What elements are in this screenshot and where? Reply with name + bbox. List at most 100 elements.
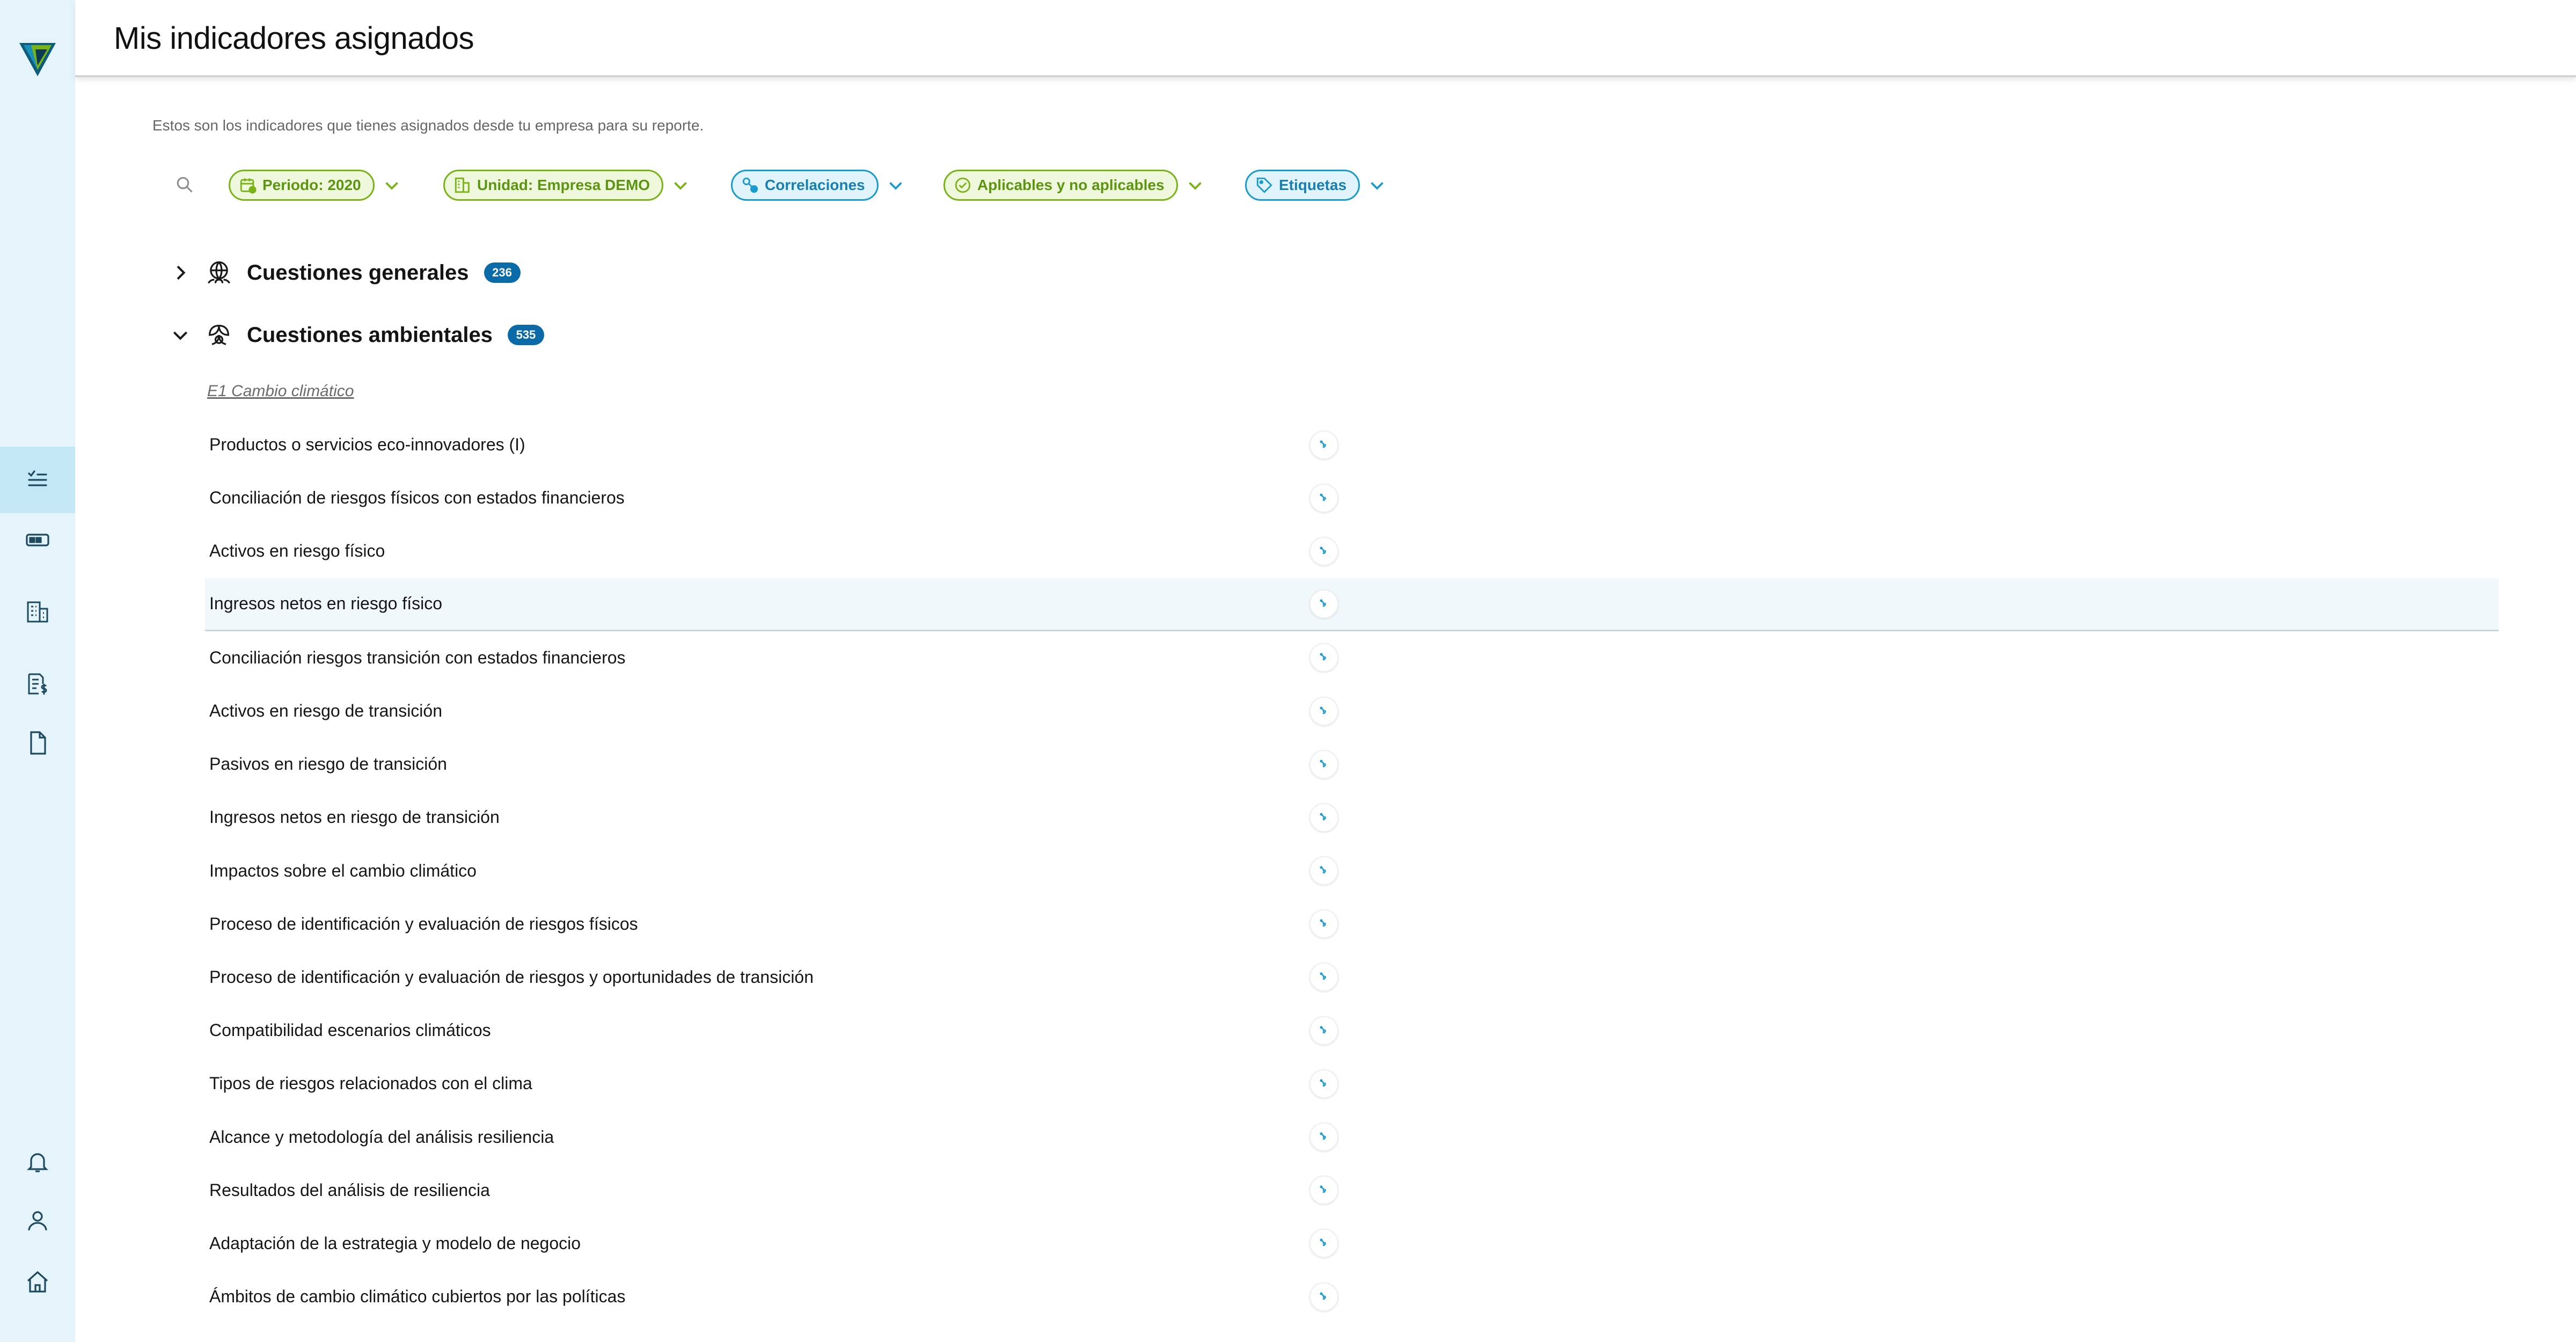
correlation-icon: [742, 177, 758, 193]
list-item-label: Ingresos netos en riesgo físico: [209, 594, 443, 614]
subsection-link[interactable]: E1 Cambio climático: [207, 382, 354, 400]
filter-unit-label: Unidad: Empresa DEMO: [477, 177, 650, 193]
list-item[interactable]: Activos en riesgo de transición: [205, 684, 2499, 738]
chevron-down-icon[interactable]: [382, 176, 401, 195]
filter-correlations[interactable]: Correlaciones: [731, 170, 905, 201]
nav-notifications[interactable]: [0, 1128, 75, 1195]
status-icon[interactable]: [1309, 536, 1338, 566]
count-badge: 535: [507, 325, 544, 345]
status-icon[interactable]: [1309, 803, 1338, 832]
list-item-label: Impactos sobre el cambio climático: [209, 860, 477, 880]
status-icon[interactable]: [1309, 589, 1338, 618]
status-icon[interactable]: [1309, 856, 1338, 886]
filter-applicable[interactable]: Aplicables y no aplicables: [943, 170, 1205, 201]
status-icon[interactable]: [1309, 1229, 1338, 1258]
chevron-down-icon[interactable]: [1185, 176, 1205, 195]
filter-unit-chip[interactable]: Unidad: Empresa DEMO: [443, 170, 664, 201]
nav-documents[interactable]: [0, 710, 75, 776]
status-icon[interactable]: [1309, 1282, 1338, 1311]
filter-applicable-label: Aplicables y no aplicables: [977, 177, 1165, 193]
status-icon[interactable]: [1309, 430, 1338, 460]
bell-icon: [27, 1153, 48, 1172]
status-icon[interactable]: [1309, 749, 1338, 779]
list-item[interactable]: Activos en riesgo físico: [205, 524, 2499, 578]
list-item-label: Activos en riesgo de transición: [209, 701, 442, 721]
list-item[interactable]: Compatibilidad escenarios climáticos: [205, 1004, 2499, 1057]
filter-correlations-chip[interactable]: Correlaciones: [731, 170, 879, 201]
page-header: Mis indicadores asignados: [75, 0, 2576, 77]
list-item[interactable]: Impactos sobre el cambio climático: [205, 844, 2499, 898]
filter-period-chip[interactable]: Periodo: 2020: [229, 170, 375, 201]
chevron-down-icon[interactable]: [886, 176, 905, 195]
list-item-label: Conciliación de riesgos físicos con esta…: [209, 488, 625, 508]
list-item-label: Ámbitos de cambio climático cubiertos po…: [209, 1287, 626, 1307]
document-icon: [30, 731, 46, 755]
filter-unit[interactable]: Unidad: Empresa DEMO: [443, 170, 690, 201]
section-general[interactable]: Cuestiones generales 236: [170, 257, 521, 289]
nav-home[interactable]: [0, 1249, 75, 1315]
status-icon[interactable]: [1309, 1176, 1338, 1205]
chevron-down-icon[interactable]: [170, 324, 191, 346]
checklist-icon: [28, 470, 47, 486]
list-item[interactable]: Resultados del análisis de resiliencia: [205, 1164, 2499, 1217]
list-item-label: Compatibilidad escenarios climáticos: [209, 1020, 491, 1040]
filter-applicable-chip[interactable]: Aplicables y no aplicables: [943, 170, 1178, 201]
list-item[interactable]: Ingresos netos en riesgo físico: [205, 578, 2499, 631]
list-item-label: Pasivos en riesgo de transición: [209, 754, 447, 774]
list-item[interactable]: Proceso de identificación y evaluación d…: [205, 951, 2499, 1004]
list-item[interactable]: Adaptación de la estrategia y modelo de …: [205, 1217, 2499, 1270]
status-icon[interactable]: [1309, 1016, 1338, 1045]
filter-tags-chip[interactable]: Etiquetas: [1245, 170, 1360, 201]
section-title: Cuestiones ambientales: [247, 323, 493, 347]
list-item-label: Proceso de identificación y evaluación d…: [209, 967, 814, 987]
nav-invoices[interactable]: [0, 651, 75, 717]
section-title: Cuestiones generales: [247, 260, 469, 285]
invoice-icon: [28, 673, 47, 695]
status-icon[interactable]: [1309, 1069, 1338, 1098]
filter-tags[interactable]: Etiquetas: [1245, 170, 1387, 201]
list-item-label: Tipos de riesgos relacionados con el cli…: [209, 1074, 532, 1093]
status-icon[interactable]: [1309, 1122, 1338, 1152]
list-item-label: Productos o servicios eco-innovadores (I…: [209, 435, 525, 455]
list-item[interactable]: Productos o servicios eco-innovadores (I…: [205, 418, 2499, 471]
list-item[interactable]: Alcance y metodología del análisis resil…: [205, 1110, 2499, 1163]
status-icon[interactable]: [1309, 962, 1338, 992]
page-subtitle: Estos son los indicadores que tienes asi…: [152, 117, 704, 134]
tag-icon: [1256, 177, 1272, 193]
section-environmental[interactable]: Cuestiones ambientales 535: [170, 319, 544, 351]
status-icon[interactable]: [1309, 909, 1338, 939]
user-icon: [28, 1211, 47, 1231]
list-item-label: Ingresos netos en riesgo de transición: [209, 807, 500, 827]
building-icon: [455, 177, 470, 193]
logo-icon[interactable]: [19, 42, 56, 76]
nav-profile[interactable]: [0, 1187, 75, 1254]
list-item-label: Activos en riesgo físico: [209, 541, 385, 561]
filter-period[interactable]: Periodo: 2020: [229, 170, 401, 201]
id-card-icon: [26, 534, 49, 546]
list-item[interactable]: Ámbitos de cambio climático cubiertos po…: [205, 1270, 2499, 1323]
list-item-label: Resultados del análisis de resiliencia: [209, 1180, 490, 1200]
indicator-list: Productos o servicios eco-innovadores (I…: [205, 418, 2499, 1323]
nav-companies[interactable]: [0, 579, 75, 645]
list-item-label: Conciliación riesgos transición con esta…: [209, 647, 626, 667]
list-item[interactable]: Ingresos netos en riesgo de transición: [205, 791, 2499, 844]
list-item[interactable]: Conciliación riesgos transición con esta…: [205, 631, 2499, 684]
filter-tags-label: Etiquetas: [1279, 177, 1347, 193]
chevron-right-icon[interactable]: [170, 262, 191, 283]
nav-cards[interactable]: [0, 507, 75, 573]
list-item[interactable]: Conciliación de riesgos físicos con esta…: [205, 471, 2499, 524]
search-icon[interactable]: [175, 175, 194, 194]
list-item-label: Proceso de identificación y evaluación d…: [209, 914, 638, 933]
list-item[interactable]: Pasivos en riesgo de transición: [205, 738, 2499, 791]
nav-indicators[interactable]: [0, 447, 75, 513]
list-item[interactable]: Tipos de riesgos relacionados con el cli…: [205, 1057, 2499, 1110]
list-item[interactable]: Proceso de identificación y evaluación d…: [205, 898, 2499, 951]
chevron-down-icon[interactable]: [1367, 176, 1387, 195]
status-icon[interactable]: [1309, 483, 1338, 513]
globe-people-icon: [208, 261, 230, 284]
list-item-label: Adaptación de la estrategia y modelo de …: [209, 1233, 581, 1253]
chevron-down-icon[interactable]: [671, 176, 690, 195]
status-icon[interactable]: [1309, 643, 1338, 673]
check-circle-icon: [955, 177, 971, 193]
status-icon[interactable]: [1309, 696, 1338, 726]
